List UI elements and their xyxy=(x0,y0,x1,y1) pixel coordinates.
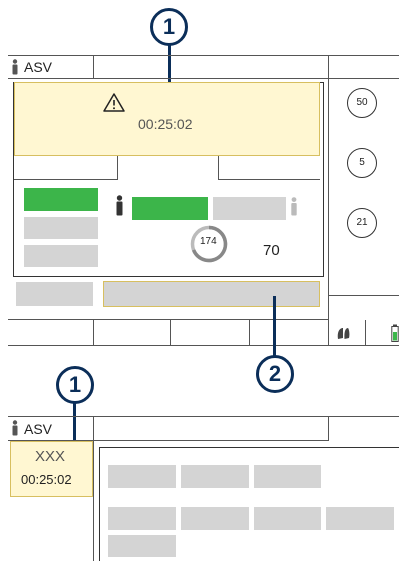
callout-1-marker: 1 xyxy=(150,8,188,46)
main-panel-divider xyxy=(328,79,329,345)
content-block-1[interactable] xyxy=(108,465,176,488)
ring-gauge-value: 174 xyxy=(200,236,217,247)
alarm-bar[interactable]: 00:25:02 xyxy=(14,82,320,156)
control-button-3[interactable] xyxy=(24,245,98,267)
person-icon-right xyxy=(291,197,297,216)
content-block-8[interactable] xyxy=(108,535,176,557)
content-block-4[interactable] xyxy=(108,507,176,530)
patient-size-bar-empty[interactable] xyxy=(213,197,286,220)
status-divider-4 xyxy=(365,320,366,346)
content-block-5[interactable] xyxy=(181,507,249,530)
mode-tab[interactable]: ASV xyxy=(8,55,93,79)
status-divider-3 xyxy=(249,320,250,346)
secondary-button[interactable] xyxy=(16,282,93,306)
lungs-icon[interactable] xyxy=(336,326,352,340)
content-block-2[interactable] xyxy=(181,465,249,488)
warning-triangle-icon xyxy=(103,93,125,112)
content-block-3[interactable] xyxy=(254,465,321,488)
alarm-timer: 00:25:02 xyxy=(138,116,193,132)
callout-3-marker: 1 xyxy=(56,366,94,404)
screen2-right-frame xyxy=(328,416,399,417)
dial-middle[interactable]: 5 xyxy=(347,148,377,178)
dial-top[interactable]: 50 xyxy=(347,88,377,118)
status-divider-2 xyxy=(170,320,171,346)
alarm-panel[interactable]: XXX 00:25:02 xyxy=(10,441,93,497)
screen1-topbar-divider-2 xyxy=(328,55,329,79)
left-rail-line xyxy=(93,441,94,561)
person-icon-left xyxy=(116,195,123,216)
right-column-divider xyxy=(328,295,399,296)
alarm-panel-timer: 00:25:02 xyxy=(21,472,72,487)
content-block-6[interactable] xyxy=(254,507,321,530)
value-display: 70 xyxy=(263,242,280,259)
patient-size-bar-filled[interactable] xyxy=(132,197,208,220)
dial-bottom[interactable]: 21 xyxy=(347,208,377,238)
panel-tab-left[interactable] xyxy=(14,156,118,180)
control-button-active[interactable] xyxy=(24,188,98,211)
status-bar-highlighted[interactable] xyxy=(103,281,320,307)
person-icon xyxy=(12,59,18,75)
mode-label: ASV xyxy=(24,59,53,75)
callout-2-line xyxy=(273,296,276,358)
content-block-7[interactable] xyxy=(326,507,394,530)
screen2-right-frame-edge xyxy=(328,416,329,441)
mode-tab-2[interactable]: ASV xyxy=(8,416,93,441)
screen1-topbar-divider-1 xyxy=(93,55,94,79)
status-divider-1 xyxy=(93,320,94,346)
battery-icon xyxy=(391,324,399,342)
mode-label-2: ASV xyxy=(24,421,53,437)
control-button-2[interactable] xyxy=(24,217,98,239)
alarm-panel-text: XXX xyxy=(35,448,66,465)
panel-tab-right[interactable] xyxy=(218,156,320,180)
person-icon xyxy=(12,420,18,436)
screen2-topbar-divider xyxy=(93,416,94,441)
callout-2-marker: 2 xyxy=(256,355,294,393)
